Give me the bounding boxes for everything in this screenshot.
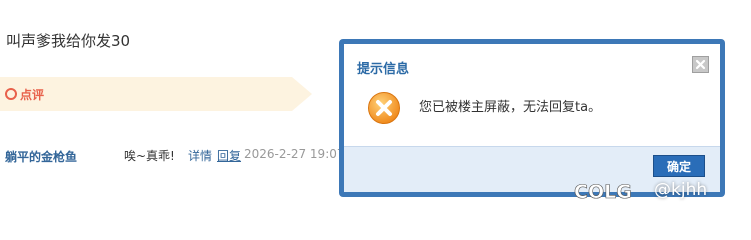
comment-item: 躺平的金枪鱼 唉~真乖! 详情 回复 2026-2-27 19:07 <box>0 145 345 167</box>
close-button[interactable] <box>692 56 709 73</box>
comment-detail-link[interactable]: 详情 <box>188 147 212 164</box>
comment-section-label: 点评 <box>20 88 45 102</box>
circle-icon <box>5 88 17 100</box>
dialog-title: 提示信息 <box>357 62 410 77</box>
comment-username[interactable]: 躺平的金枪鱼 <box>5 148 77 165</box>
error-x-icon <box>368 92 400 124</box>
watermark-handle: @kjhh <box>654 180 708 200</box>
dialog-message: 您已被楼主屏蔽，无法回复ta。 <box>419 100 602 115</box>
comment-date: 2026-2-27 19:07 <box>244 147 345 161</box>
svg-text:COLG: COLG <box>574 181 632 203</box>
colg-logo: COLG <box>574 181 632 204</box>
post-text: 叫声爹我给你发30 <box>6 32 131 50</box>
comment-reply-link[interactable]: 回复 <box>217 147 241 164</box>
ok-button[interactable]: 确定 <box>653 155 705 177</box>
dialog-body: 提示信息 您已被楼主屏蔽，无法回复ta。 确定 <box>344 44 720 192</box>
comment-section-header: 点评 <box>0 77 312 111</box>
close-icon <box>695 59 706 70</box>
comment-text: 唉~真乖! <box>124 149 175 163</box>
alert-dialog: 提示信息 您已被楼主屏蔽，无法回复ta。 确定 <box>339 39 725 197</box>
